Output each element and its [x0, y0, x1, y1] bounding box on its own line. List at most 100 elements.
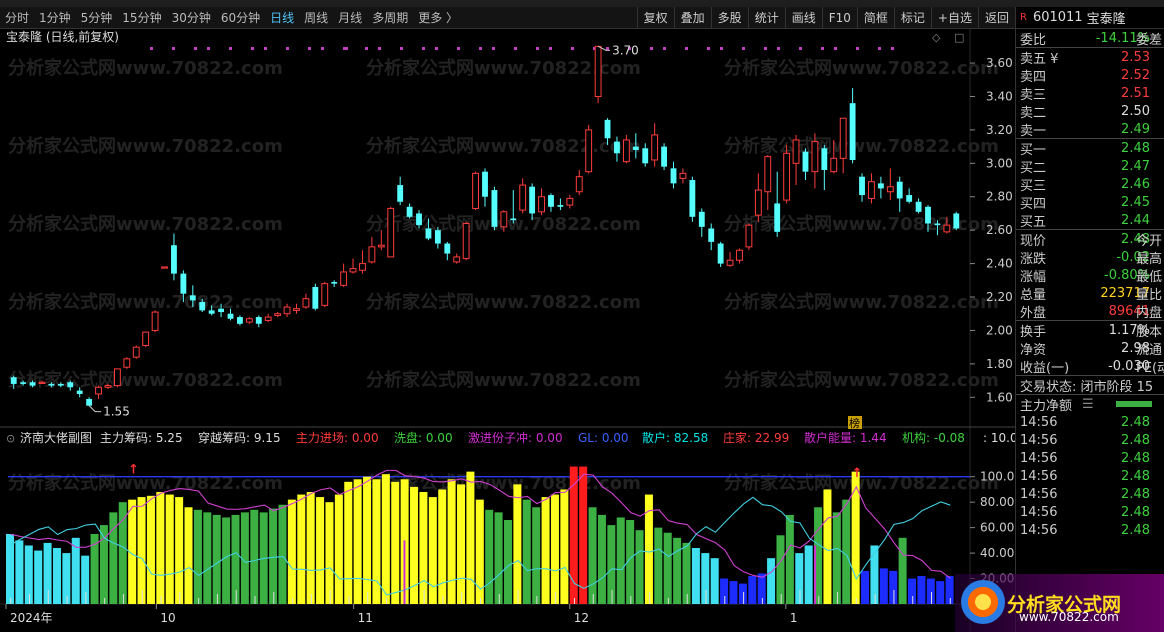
indicator-legend-0: 主力筹码: 5.25: [100, 431, 183, 445]
indicator-bar: [438, 489, 447, 604]
candle: [859, 173, 865, 202]
toolbar-button-5[interactable]: F10: [821, 6, 857, 29]
toolbar-button-1[interactable]: 叠加: [673, 6, 711, 29]
date-label: 1: [790, 611, 798, 625]
weibi-row: 委比 -14.11% 委差: [1016, 29, 1164, 48]
bid-row-4-value: 2.44: [1121, 212, 1150, 228]
timeframe-tab-10[interactable]: 更多 〉: [413, 7, 463, 29]
indicator-legend-9: 机构: -0.08: [902, 430, 965, 445]
stat-row-2: 涨幅 -0.80% 最低: [1016, 266, 1164, 285]
candle: [123, 357, 131, 369]
r-badge: R: [1020, 12, 1027, 23]
low-label: 1.55: [103, 405, 130, 419]
stat-row-4-extra: 内盘: [1136, 305, 1163, 321]
bid-row-3-value: 2.45: [1121, 194, 1150, 210]
ask-row-1: 卖四 2.52: [1016, 66, 1164, 85]
indicator-bar: [381, 474, 390, 604]
indicator-bar: [391, 481, 400, 604]
indicator-bar: [804, 545, 813, 604]
flower-logo-icon: [961, 580, 1005, 624]
stat-row-3-label: 总量: [1020, 287, 1047, 303]
fin-row-0-label: 换手: [1020, 324, 1047, 340]
toolbar-button-3[interactable]: 统计: [747, 6, 785, 29]
indicator-bar: [156, 492, 165, 604]
candle: [171, 233, 177, 281]
timeframe-tab-2[interactable]: 5分钟: [76, 7, 118, 29]
price-tick-label: 2.40: [986, 257, 1013, 271]
signal-dot: [777, 47, 780, 50]
indicator-bar: [212, 514, 221, 604]
signal-dot: [707, 47, 710, 50]
indicator-bar: [673, 537, 682, 604]
fin-row-1-extra: 流通: [1136, 342, 1163, 358]
candle: [651, 123, 659, 167]
flow-header[interactable]: 主力净额 ☰: [1016, 395, 1164, 414]
rank-badge: 榜: [849, 416, 860, 430]
indicator-bar: [926, 578, 935, 604]
bid-row-2: 买三 2.46: [1016, 175, 1164, 194]
bid-list: 买一 2.48 买二 2.47 买三 2.46 买四 2.45 买五 2.44: [1016, 139, 1164, 230]
subchart-title: 济南大佬副图: [20, 430, 92, 445]
toolbar-button-7[interactable]: 标记: [893, 6, 931, 29]
candle: [557, 198, 564, 211]
indicator-bar: [222, 517, 231, 604]
timeframe-tab-1[interactable]: 1分钟: [34, 7, 76, 29]
stat-row-2-label: 涨幅: [1020, 269, 1047, 285]
candle: [802, 148, 809, 181]
candle: [594, 45, 602, 104]
ask-row-0-value: 2.53: [1121, 49, 1150, 65]
timeframe-tab-6[interactable]: 日线: [265, 7, 299, 29]
stat-row-0: 现价 2.48 今开: [1016, 230, 1164, 249]
signal-dot: [492, 47, 495, 50]
logo-url: www.70822.com: [1019, 610, 1119, 624]
indicator-bar: [663, 532, 672, 604]
candle: [679, 168, 687, 184]
signal-dot: [663, 47, 666, 50]
signal-dot: [457, 47, 460, 50]
indicator-bar: [306, 492, 315, 604]
candle: [783, 144, 791, 204]
tick-price: 2.48: [1121, 468, 1150, 484]
stat-row-2-extra: 最低: [1136, 269, 1163, 285]
timeframe-tab-4[interactable]: 30分钟: [167, 7, 216, 29]
timeframe-tab-7[interactable]: 周线: [299, 7, 333, 29]
indicator-bar: [485, 509, 494, 604]
bid-row-1: 买二 2.47: [1016, 157, 1164, 176]
site-logo: 分析家公式网 www.70822.com: [955, 574, 1164, 632]
indicator-bar: [278, 504, 287, 604]
timeframe-tab-3[interactable]: 15分钟: [117, 7, 166, 29]
candle: [896, 176, 903, 212]
tick-price: 2.48: [1121, 414, 1150, 430]
candle: [472, 171, 479, 211]
toolbar-button-9[interactable]: 返回: [977, 6, 1015, 29]
candle: [661, 143, 668, 171]
ask-row-4-value: 2.49: [1121, 121, 1150, 137]
bid-row-3-label: 买四: [1020, 196, 1047, 212]
stat-row-4: 外盘 89641 内盘: [1016, 302, 1164, 321]
date-label: 10: [160, 611, 175, 625]
toolbar-button-0[interactable]: 复权: [636, 6, 674, 29]
signal-dot: [365, 47, 368, 50]
timeframe-tab-9[interactable]: 多周期: [367, 7, 413, 29]
signal-dot: [400, 47, 403, 50]
signal-dot: [251, 47, 254, 50]
indicator-bar: [720, 578, 729, 604]
tick-time: 14:56: [1020, 432, 1058, 448]
ask-row-4-label: 卖一: [1020, 123, 1047, 139]
indicator-bar: [118, 502, 127, 604]
indicator-bar: [541, 497, 550, 604]
toolbar-button-4[interactable]: 画线: [784, 6, 822, 29]
candle: [387, 206, 395, 258]
signal-dot: [378, 47, 381, 50]
signal-dot: [207, 47, 210, 50]
toolbar-button-8[interactable]: +自选: [930, 6, 978, 29]
candle: [349, 258, 357, 274]
indicator-bar: [81, 555, 90, 604]
timeframe-tab-0[interactable]: 分时: [0, 7, 34, 29]
candle: [915, 198, 922, 214]
timeframe-tab-8[interactable]: 月线: [333, 7, 367, 29]
toolbar-button-2[interactable]: 多股: [710, 6, 748, 29]
timeframe-tab-5[interactable]: 60分钟: [216, 7, 265, 29]
indicator-bar: [748, 576, 757, 604]
toolbar-button-6[interactable]: 简框: [856, 6, 894, 29]
